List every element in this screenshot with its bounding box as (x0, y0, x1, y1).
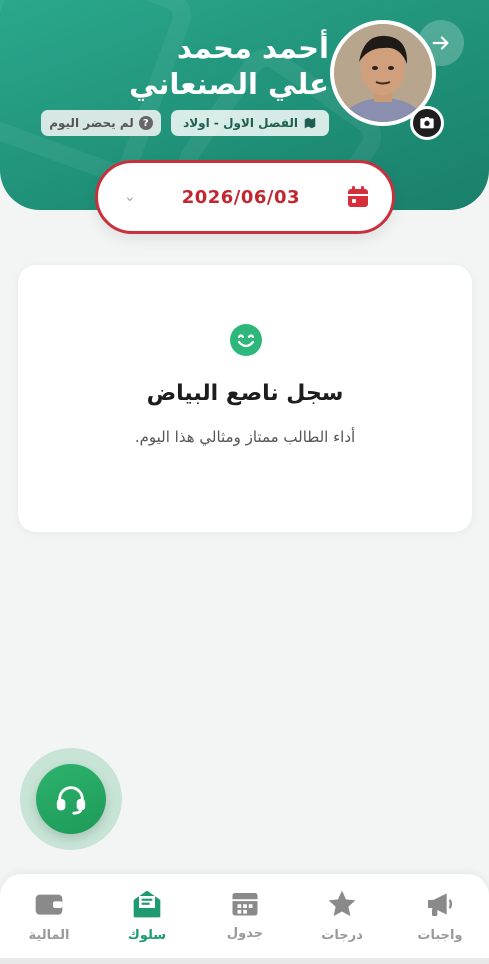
behavior-title: سجل ناصع البياض (146, 381, 344, 406)
question-icon: ? (138, 116, 153, 130)
support-button[interactable] (36, 764, 106, 834)
nav-finance-label: المالية (28, 928, 70, 943)
nav-schedule[interactable]: جدول (210, 888, 280, 954)
student-name: أحمد محمد علي الصنعاني (129, 31, 329, 101)
envelope-icon (133, 890, 161, 918)
nav-schedule-label: جدول (226, 926, 264, 941)
nav-finance[interactable]: المالية (14, 888, 84, 954)
calendar-icon (347, 186, 368, 207)
change-photo-button[interactable] (410, 106, 444, 140)
nav-behavior[interactable]: سلوك (112, 888, 182, 954)
nav-behavior-label: سلوك (127, 928, 167, 943)
bottom-navigation: واجبات درجات جدول سلوك المالية (0, 874, 489, 964)
nav-homework[interactable]: واجبات (405, 888, 475, 954)
camera-icon (420, 117, 434, 129)
nav-homework-label: واجبات (417, 928, 463, 943)
attendance-badge: ? لم يحضر اليوم (41, 110, 161, 136)
star-icon (328, 890, 356, 917)
behavior-subtitle: أداء الطالب ممتاز ومثالي هذا اليوم. (134, 428, 356, 446)
system-gesture-bar (0, 958, 489, 964)
nav-grades-label: درجات (321, 928, 363, 943)
selected-date: 2026/06/03 (181, 186, 301, 208)
date-selector[interactable]: ⌄ 2026/06/03 (95, 160, 395, 234)
avatar-photo (334, 24, 432, 122)
smile-icon (230, 324, 262, 356)
behavior-card: سجل ناصع البياض أداء الطالب ممتاز ومثالي… (18, 265, 472, 532)
chevron-down-icon: ⌄ (124, 189, 136, 205)
class-badge: الفصل الاول - اولاد (171, 110, 329, 136)
calendar-icon (232, 893, 258, 916)
attendance-label: لم يحضر اليوم (49, 116, 134, 130)
nav-grades[interactable]: درجات (307, 888, 377, 954)
headset-icon (56, 786, 86, 815)
megaphone-icon (428, 893, 453, 916)
wallet-icon (35, 894, 63, 915)
map-icon (304, 117, 316, 129)
arrow-right-icon (432, 36, 449, 50)
avatar-image (334, 24, 432, 122)
class-label: الفصل الاول - اولاد (183, 116, 298, 130)
